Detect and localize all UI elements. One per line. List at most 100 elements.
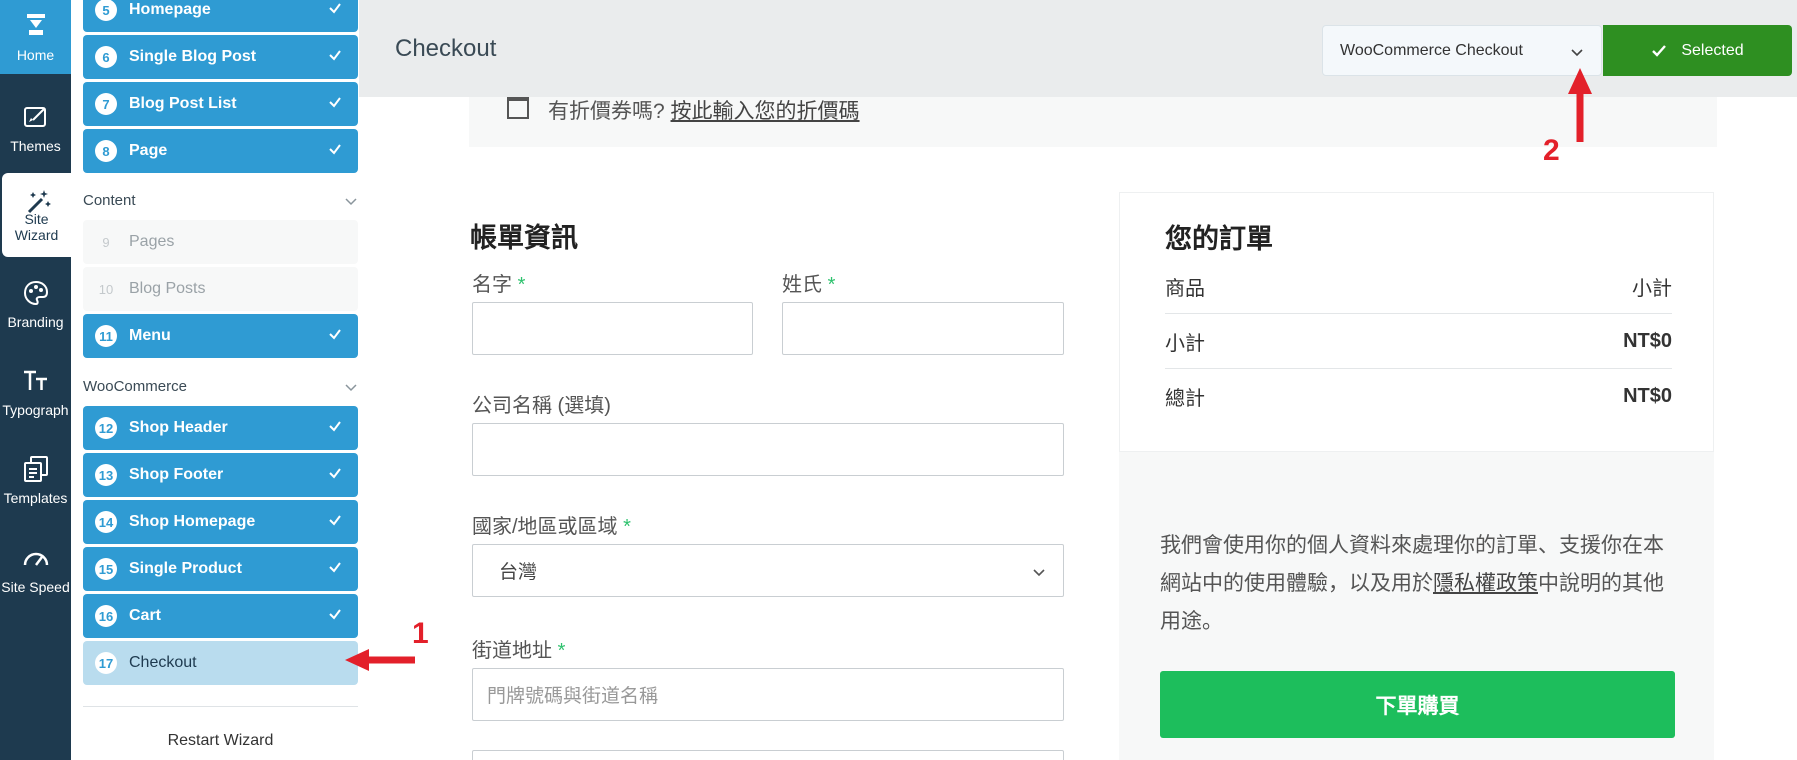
step-label: Menu <box>129 327 171 344</box>
chevron-down-icon <box>1571 49 1583 57</box>
step-number: 12 <box>95 417 117 439</box>
step-single-product[interactable]: 15 Single Product <box>83 547 358 591</box>
coupon-text: 有折價券嗎? 按此輸入您的折價碼 <box>548 95 860 125</box>
check-icon <box>329 3 341 14</box>
first-name-input[interactable] <box>472 302 753 355</box>
order-header-subtotal: 小計 <box>1632 277 1672 300</box>
order-total-row: 總計 NT$0 <box>1165 369 1672 424</box>
country-select[interactable]: 台灣 <box>472 544 1064 597</box>
step-shop-header[interactable]: 12 Shop Header <box>83 406 358 450</box>
last-name-label-text: 姓氏 <box>782 274 822 296</box>
step-cart[interactable]: 16 Cart <box>83 594 358 638</box>
step-label: Pages <box>129 233 175 250</box>
step-number: 16 <box>95 605 117 627</box>
required-mark: * <box>827 274 836 296</box>
chevron-down-icon <box>345 383 357 391</box>
rail-item-branding[interactable]: Branding <box>0 262 71 346</box>
coupon-prompt: 有折價券嗎? <box>548 100 665 123</box>
rail-label-site-speed: Site Speed <box>1 579 70 595</box>
section-content-label: Content <box>83 192 136 209</box>
rail-item-themes[interactable]: Themes <box>0 86 71 170</box>
check-icon <box>329 421 341 432</box>
annotation-number-1: 1 <box>412 617 429 650</box>
step-number: 5 <box>95 0 117 21</box>
country-label-text: 國家/地區或區域 <box>472 516 618 538</box>
step-single-blog-post[interactable]: 6 Single Blog Post <box>83 35 358 79</box>
country-select-value: 台灣 <box>499 562 538 583</box>
typography-icon <box>23 370 47 390</box>
check-icon <box>329 97 341 108</box>
template-select-value: WooCommerce Checkout <box>1340 41 1523 59</box>
panel-divider <box>83 706 358 707</box>
rail-item-typography[interactable]: Typograph <box>0 350 71 434</box>
step-menu[interactable]: 11 Menu <box>83 314 358 358</box>
template-select-dropdown[interactable]: WooCommerce Checkout <box>1322 25 1602 76</box>
rail-label-wizard: Wizard <box>14 227 59 243</box>
rail-label-themes: Themes <box>10 138 61 154</box>
step-label: Shop Footer <box>129 466 224 483</box>
check-icon <box>329 562 341 573</box>
required-mark: * <box>623 516 631 538</box>
company-label: 公司名稱 (選填) <box>472 395 611 417</box>
templates-icon <box>23 456 48 482</box>
required-mark: * <box>557 640 566 662</box>
required-mark: * <box>517 274 526 296</box>
company-input[interactable] <box>472 423 1064 476</box>
last-name-label: 姓氏 * <box>782 268 835 297</box>
privacy-policy-link[interactable]: 隱私權政策 <box>1433 572 1538 595</box>
street-label: 街道地址 * <box>472 634 565 663</box>
step-label: Shop Homepage <box>129 513 256 530</box>
step-label: Blog Post List <box>129 95 237 112</box>
left-icon-rail: Home Themes Site Wizard Branding Typogra… <box>0 0 71 760</box>
themes-icon <box>23 107 46 127</box>
last-name-input[interactable] <box>782 302 1064 355</box>
rail-item-home[interactable]: Home <box>0 0 71 74</box>
coupon-notice: 有折價券嗎? 按此輸入您的折價碼 <box>469 97 1717 147</box>
subtotal-value: NT$0 <box>1623 329 1672 352</box>
step-label: Cart <box>129 607 162 624</box>
step-number: 7 <box>95 93 117 115</box>
section-woocommerce-header[interactable]: WooCommerce <box>83 378 358 395</box>
rail-item-site-speed[interactable]: Site Speed <box>0 527 71 611</box>
step-number: 8 <box>95 140 117 162</box>
subtotal-label: 小計 <box>1165 332 1205 355</box>
step-checkout[interactable]: 17 Checkout <box>83 641 358 685</box>
order-header-row: 商品 小計 <box>1165 259 1672 314</box>
street-address-line2-input[interactable] <box>472 750 1064 760</box>
total-label: 總計 <box>1165 388 1205 410</box>
step-number: 9 <box>102 234 110 250</box>
step-shop-footer[interactable]: 13 Shop Footer <box>83 453 358 497</box>
palette-icon <box>23 280 48 306</box>
annotation-number-2: 2 <box>1543 134 1560 167</box>
rail-label-branding: Branding <box>7 314 64 330</box>
section-content-header[interactable]: Content <box>83 192 358 209</box>
place-order-button[interactable]: 下單購買 <box>1160 671 1675 738</box>
step-label: Homepage <box>129 1 211 18</box>
payment-area: 我們會使用你的個人資料來處理你的訂單、支援你在本網站中的使用體驗，以及用於隱私權… <box>1119 452 1714 760</box>
step-blog-post-list[interactable]: 7 Blog Post List <box>83 82 358 126</box>
step-number: 10 <box>98 281 114 297</box>
home-icon <box>26 14 45 35</box>
coupon-link[interactable]: 按此輸入您的折價碼 <box>671 100 860 123</box>
rail-item-templates[interactable]: Templates <box>0 438 71 522</box>
step-shop-homepage[interactable]: 14 Shop Homepage <box>83 500 358 544</box>
restart-wizard-button[interactable]: Restart Wizard <box>83 732 358 750</box>
page-title: Checkout <box>395 35 497 62</box>
order-title: 您的訂單 <box>1165 224 1273 254</box>
step-pages[interactable]: 9 Pages <box>83 220 358 264</box>
step-blog-posts[interactable]: 10 Blog Posts <box>83 267 358 311</box>
rail-item-site-wizard[interactable]: Site Wizard <box>2 173 71 257</box>
speedometer-icon <box>23 552 48 566</box>
selected-button[interactable]: Selected <box>1603 25 1792 76</box>
street-address-input[interactable]: 門牌號碼與街道名稱 <box>472 668 1064 721</box>
country-label: 國家/地區或區域 * <box>472 510 631 539</box>
street-placeholder: 門牌號碼與街道名稱 <box>487 686 659 707</box>
rail-label-templates: Templates <box>3 490 68 506</box>
chevron-down-icon <box>1033 569 1045 577</box>
step-number: 15 <box>95 558 117 580</box>
step-number: 6 <box>95 46 117 68</box>
check-icon <box>329 609 341 620</box>
first-name-label-text: 名字 <box>472 274 512 296</box>
step-homepage[interactable]: 5 Homepage <box>83 0 358 32</box>
step-page[interactable]: 8 Page <box>83 129 358 173</box>
